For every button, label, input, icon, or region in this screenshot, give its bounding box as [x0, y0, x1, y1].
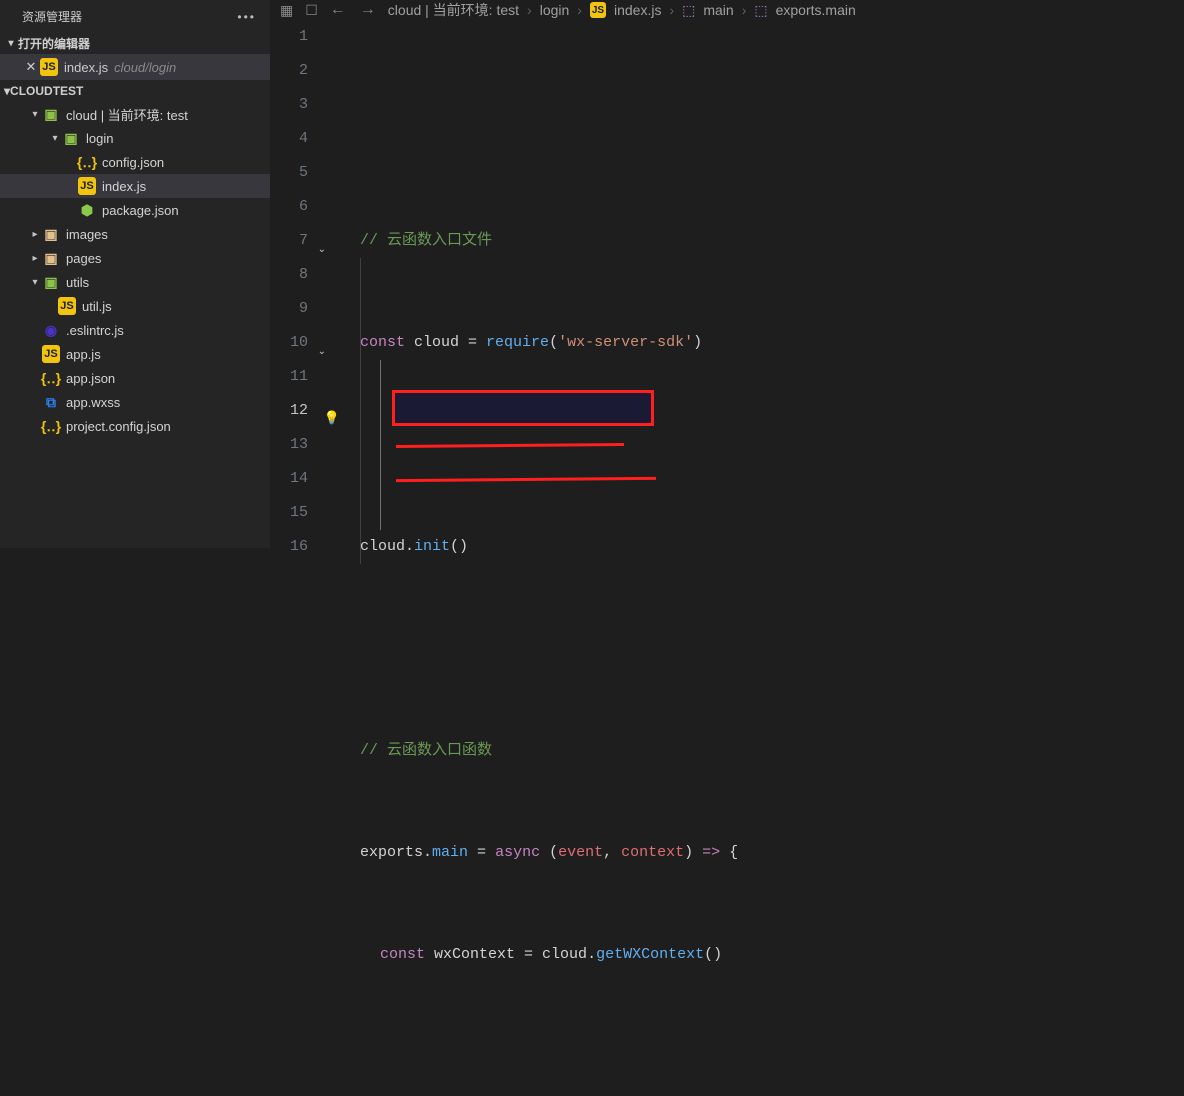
- chevron-down-icon: ▾: [28, 277, 42, 288]
- nav-forward-icon[interactable]: →: [360, 1, 376, 19]
- tree-label: pages: [66, 251, 101, 266]
- fold-icon[interactable]: ⌄: [318, 234, 326, 268]
- grid-icon[interactable]: ▦: [280, 2, 293, 19]
- highlight-annotation: [392, 390, 654, 426]
- nav-arrows: ← →: [330, 1, 376, 19]
- tree-label: login: [86, 131, 113, 146]
- tree-folder-utils[interactable]: ▾ ▣ utils: [0, 270, 270, 294]
- json-icon: {‥}: [78, 153, 96, 171]
- nav-back-icon[interactable]: ←: [330, 1, 346, 19]
- tree-file-config-json[interactable]: {‥} config.json: [0, 150, 270, 174]
- breadcrumb[interactable]: cloud | 当前环境: test › login › JS index.js…: [388, 0, 856, 20]
- chevron-right-icon: ▸: [28, 253, 42, 264]
- folder-icon: ▣: [42, 225, 60, 243]
- module-icon: ⬚: [754, 2, 767, 19]
- code-editor[interactable]: 1 2 3 4 5 6 7⌄ 8 9 10⌄ 11 12💡 13 14 15 1…: [270, 20, 1184, 1096]
- open-editors-header[interactable]: ▾ 打开的编辑器: [0, 33, 270, 54]
- wxss-icon: ⧉: [42, 393, 60, 411]
- tree-label: package.json: [102, 203, 179, 218]
- tree-folder-images[interactable]: ▸ ▣ images: [0, 222, 270, 246]
- editor-main: ▦ ☐ ← → cloud | 当前环境: test › login › JS …: [270, 0, 1184, 548]
- node-icon: ⬢: [78, 201, 96, 219]
- tree-file-util-js[interactable]: JS util.js: [0, 294, 270, 318]
- breadcrumb-segment[interactable]: exports.main: [776, 2, 856, 18]
- json-icon: {‥}: [42, 369, 60, 387]
- js-icon: JS: [78, 177, 96, 195]
- tree-file-app-json[interactable]: ▾ {‥} app.json: [0, 366, 270, 390]
- fold-icon[interactable]: ⌄: [318, 336, 326, 370]
- js-icon: JS: [58, 297, 76, 315]
- folder-icon: ▣: [62, 129, 80, 147]
- folder-icon: ▣: [42, 105, 60, 123]
- chevron-down-icon: ▾: [4, 38, 18, 49]
- chevron-right-icon: ›: [577, 2, 582, 18]
- tree-folder-pages[interactable]: ▸ ▣ pages: [0, 246, 270, 270]
- editor-topbar: ▦ ☐ ← → cloud | 当前环境: test › login › JS …: [270, 0, 1184, 20]
- tree-folder-login[interactable]: ▾ ▣ login: [0, 126, 270, 150]
- json-icon: {‥}: [42, 417, 60, 435]
- tree-label: images: [66, 227, 108, 242]
- folder-icon: ▣: [42, 273, 60, 291]
- tree-label: util.js: [82, 299, 112, 314]
- explorer-sidebar: 资源管理器 ••• ▾ 打开的编辑器 ✕ JS index.js cloud/l…: [0, 0, 270, 548]
- breadcrumb-segment[interactable]: main: [703, 2, 733, 18]
- tree-folder-cloud[interactable]: ▾ ▣ cloud | 当前环境: test: [0, 102, 270, 126]
- chevron-down-icon: ▾: [28, 109, 42, 120]
- tree-file-package-json[interactable]: ⬢ package.json: [0, 198, 270, 222]
- breadcrumb-segment[interactable]: index.js: [614, 2, 661, 18]
- tree-label: project.config.json: [66, 419, 171, 434]
- chevron-down-icon: ▾: [48, 133, 62, 144]
- tree-label: app.js: [66, 347, 101, 362]
- sidebar-header: 资源管理器 •••: [0, 0, 270, 33]
- js-icon: JS: [42, 345, 60, 363]
- project-header[interactable]: ▾ CLOUDTEST: [0, 80, 270, 102]
- js-icon: JS: [40, 58, 58, 76]
- folder-icon: ▣: [42, 249, 60, 267]
- tree-label: config.json: [102, 155, 164, 170]
- tree-label: app.wxss: [66, 395, 120, 410]
- tree-file-project-config-json[interactable]: ▾ {‥} project.config.json: [0, 414, 270, 438]
- sidebar-title: 资源管理器: [22, 8, 82, 25]
- file-tree: ▾ ▣ cloud | 当前环境: test ▾ ▣ login {‥} con…: [0, 102, 270, 548]
- chevron-right-icon: ›: [527, 2, 532, 18]
- tree-file-eslintrc[interactable]: ▾ ◉ .eslintrc.js: [0, 318, 270, 342]
- breadcrumb-segment[interactable]: cloud | 当前环境: test: [388, 0, 519, 20]
- open-editor-item[interactable]: ✕ JS index.js cloud/login: [0, 54, 270, 80]
- tree-label: cloud | 当前环境: test: [66, 105, 188, 124]
- tree-file-app-js[interactable]: ▾ JS app.js: [0, 342, 270, 366]
- breadcrumb-segment[interactable]: login: [540, 2, 570, 18]
- tree-file-app-wxss[interactable]: ▾ ⧉ app.wxss: [0, 390, 270, 414]
- more-actions-icon[interactable]: •••: [237, 10, 256, 24]
- chevron-right-icon: ›: [742, 2, 747, 18]
- gutter: 1 2 3 4 5 6 7⌄ 8 9 10⌄ 11 12💡 13 14 15 1…: [270, 20, 332, 1096]
- strike-annotation: [396, 477, 656, 482]
- chevron-right-icon: ›: [669, 2, 674, 18]
- eslint-icon: ◉: [42, 321, 60, 339]
- chevron-right-icon: ▸: [28, 229, 42, 240]
- bookmark-icon[interactable]: ☐: [305, 2, 318, 19]
- tree-label: .eslintrc.js: [66, 323, 124, 338]
- open-editor-name: index.js: [64, 60, 108, 75]
- tree-label: utils: [66, 275, 89, 290]
- open-editors-label: 打开的编辑器: [18, 35, 90, 52]
- js-icon: JS: [590, 2, 606, 18]
- tree-file-index-js[interactable]: JS index.js: [0, 174, 270, 198]
- tree-label: app.json: [66, 371, 115, 386]
- code-area[interactable]: // 云函数入口文件 const cloud = require('wx-ser…: [332, 20, 1184, 1096]
- project-name: CLOUDTEST: [10, 84, 83, 98]
- tree-label: index.js: [102, 179, 146, 194]
- module-icon: ⬚: [682, 2, 695, 19]
- close-icon[interactable]: ✕: [22, 59, 40, 75]
- open-editor-path: cloud/login: [114, 60, 176, 75]
